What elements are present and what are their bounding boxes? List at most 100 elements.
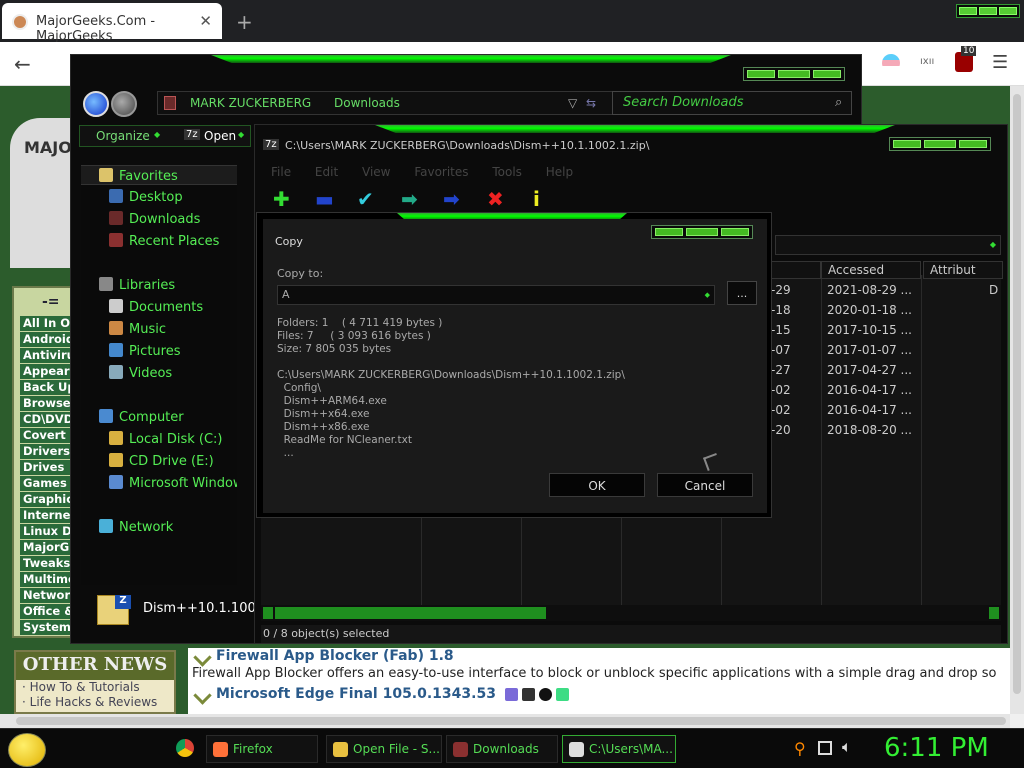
scroll-right-icon[interactable] (989, 607, 999, 619)
news-title-text[interactable]: Microsoft Edge Final 105.0.1343.53 (216, 686, 496, 702)
category-item[interactable]: Tweaks (20, 556, 76, 572)
info-icon[interactable]: i (533, 187, 540, 211)
close-tab-icon[interactable]: ✕ (199, 12, 212, 30)
back-arrow-icon[interactable]: ← (14, 52, 31, 76)
breadcrumb-item[interactable]: Downloads (334, 96, 400, 110)
destination-combobox[interactable]: A ◆ (277, 285, 715, 305)
search-icon[interactable]: ⚲ (794, 739, 806, 758)
nav-item-computer[interactable]: Computer (81, 407, 237, 427)
nav-item-documents[interactable]: Documents (81, 297, 237, 317)
taskbar-item-firefox[interactable]: Firefox (206, 735, 318, 763)
table-row[interactable]: -20 2018-08-20 ... (771, 421, 1001, 441)
taskbar-item-downloads[interactable]: Downloads (446, 735, 558, 763)
scroll-left-icon[interactable] (263, 607, 273, 619)
table-row[interactable]: -02 2016-04-17 ... (771, 401, 1001, 421)
archive-window-controls[interactable] (889, 137, 991, 151)
table-row[interactable]: -27 2017-04-27 ... (771, 361, 1001, 381)
other-news-link[interactable]: · Life Hacks & Reviews (16, 695, 174, 710)
organize-button[interactable]: Organize (96, 129, 150, 143)
category-item[interactable]: Antiviru (20, 348, 76, 364)
column-header-attributes[interactable]: Attribut (923, 261, 1003, 279)
delete-icon[interactable]: ✖ (487, 187, 504, 211)
nav-item-videos[interactable]: Videos (81, 363, 237, 383)
category-item[interactable]: All In O (20, 316, 76, 332)
ok-button[interactable]: OK (549, 473, 645, 497)
table-row[interactable]: -07 2017-01-07 ... (771, 341, 1001, 361)
category-item[interactable]: Android (20, 332, 76, 348)
network-icon[interactable] (818, 741, 832, 755)
new-tab-button[interactable]: + (236, 10, 253, 34)
category-item[interactable]: Office & (20, 604, 76, 620)
search-input[interactable]: Search Downloads (612, 91, 852, 115)
menu-favorites[interactable]: Favorites (414, 165, 468, 179)
category-item[interactable]: Graphic (20, 492, 76, 508)
category-item[interactable]: CD\DVD (20, 412, 76, 428)
category-item[interactable]: MajorG (20, 540, 76, 556)
refresh-icon[interactable]: ⇆ (586, 96, 596, 110)
chrome-icon[interactable] (176, 739, 194, 757)
start-button[interactable] (8, 733, 46, 767)
category-item[interactable]: Multime (20, 572, 76, 588)
news-title[interactable]: Microsoft Edge Final 105.0.1343.53 (188, 686, 1010, 704)
category-item[interactable]: Drivers (20, 444, 76, 460)
category-item[interactable]: Back Up (20, 380, 76, 396)
copy-icon[interactable]: ➡ (401, 187, 418, 211)
menu-file[interactable]: File (271, 165, 291, 179)
browser-window-controls[interactable] (956, 4, 1020, 18)
address-bar[interactable]: MARK ZUCKERBERG Downloads ▽ ⇆ (157, 91, 653, 115)
add-icon[interactable]: ✚ (273, 187, 290, 211)
nav-item-microsoft-windows[interactable]: Microsoft Windows (81, 473, 237, 493)
nav-item-libraries[interactable]: Libraries (81, 275, 237, 295)
nav-item-network[interactable]: Network (81, 517, 237, 537)
extension-icon[interactable]: ıxıı (920, 56, 934, 67)
extract-icon[interactable]: ▬ (315, 187, 334, 211)
move-icon[interactable]: ➡ (443, 187, 460, 211)
nav-item-local-disk-c[interactable]: Local Disk (C:) (81, 429, 237, 449)
category-item[interactable]: Covert (20, 428, 76, 444)
menu-icon[interactable]: ☰ (992, 52, 1008, 73)
dialog-window-controls[interactable] (651, 225, 753, 239)
dropdown-icon[interactable]: ◆ (705, 291, 710, 299)
nav-item-downloads[interactable]: Downloads (81, 209, 237, 229)
category-item[interactable]: Browse (20, 396, 76, 412)
menu-help[interactable]: Help (546, 165, 573, 179)
table-row[interactable]: -02 2016-04-17 ... (771, 381, 1001, 401)
nav-item-favorites[interactable]: Favorites (81, 165, 237, 185)
menu-view[interactable]: View (362, 165, 390, 179)
browser-tab[interactable]: MajorGeeks.Com - MajorGeeks ✕ (2, 3, 222, 44)
category-item[interactable]: Linux D (20, 524, 76, 540)
table-row[interactable]: -29 2021-08-29 ... D (771, 281, 1001, 301)
category-item[interactable]: Games (20, 476, 76, 492)
column-header-accessed[interactable]: Accessed (821, 261, 921, 279)
nav-item-pictures[interactable]: Pictures (81, 341, 237, 361)
category-item[interactable]: System (20, 620, 76, 636)
archive-horizontal-scrollbar[interactable] (261, 605, 1001, 621)
volume-icon[interactable]: 🔈︎ (842, 737, 852, 757)
news-title[interactable]: Firewall App Blocker (Fab) 1.8 (188, 648, 1010, 666)
table-row[interactable]: -18 2020-01-18 ... (771, 301, 1001, 321)
search-icon[interactable]: ⌕ (835, 95, 842, 110)
forward-button[interactable] (111, 91, 137, 117)
explorer-window-controls[interactable] (743, 67, 845, 81)
nav-item-desktop[interactable]: Desktop (81, 187, 237, 207)
category-item[interactable]: Drives (20, 460, 76, 476)
other-news-link[interactable]: · How To & Tutorials (16, 680, 174, 695)
page-vertical-scrollbar[interactable] (1010, 86, 1024, 714)
category-item[interactable]: Appear (20, 364, 76, 380)
category-item[interactable]: Networ (20, 588, 76, 604)
table-row[interactable]: -15 2017-10-15 ... (771, 321, 1001, 341)
menu-edit[interactable]: Edit (315, 165, 338, 179)
browse-button[interactable]: ... (727, 281, 757, 305)
chevron-down-icon[interactable]: ▽ (568, 96, 577, 110)
back-button[interactable] (83, 91, 109, 117)
test-icon[interactable]: ✔ (357, 187, 374, 211)
taskbar-item-7zip[interactable]: C:\Users\MA... (562, 735, 676, 763)
page-horizontal-scrollbar[interactable] (0, 714, 1010, 728)
menu-tools[interactable]: Tools (492, 165, 522, 179)
nav-item-cd-drive-e[interactable]: CD Drive (E:) (81, 451, 237, 471)
nav-item-music[interactable]: Music (81, 319, 237, 339)
category-item[interactable]: Interne (20, 508, 76, 524)
nav-item-recent-places[interactable]: Recent Places (81, 231, 237, 251)
path-combo[interactable]: ◆ (775, 235, 1001, 255)
breadcrumb-item[interactable]: MARK ZUCKERBERG (190, 96, 311, 110)
